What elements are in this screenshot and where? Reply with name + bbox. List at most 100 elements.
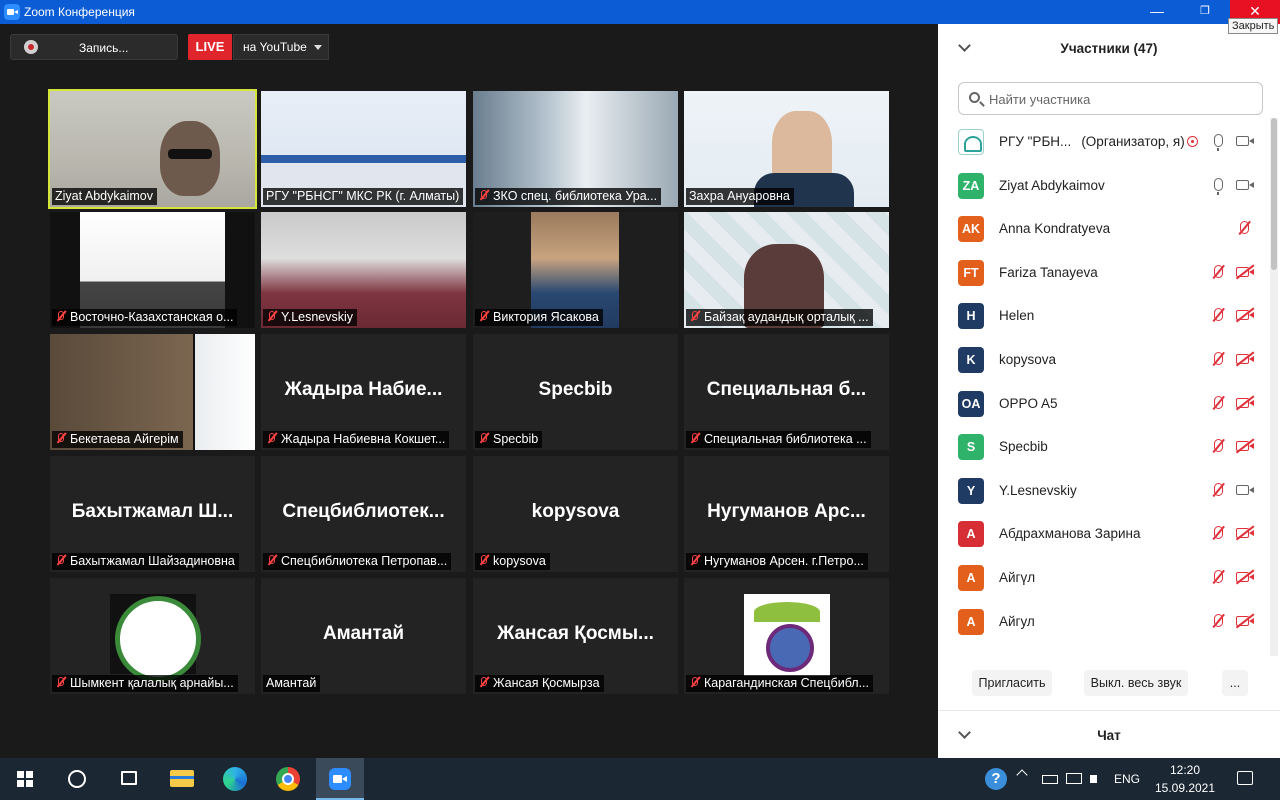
chat-section-header[interactable]: Чат [938,710,1280,758]
participant-row[interactable]: A Айгул [938,600,1270,644]
participant-row[interactable]: S Specbib [938,425,1270,469]
chrome-button[interactable] [264,758,312,800]
library-logo-image [744,594,830,676]
participant-row[interactable]: A Айгүл [938,556,1270,600]
invite-button[interactable]: Пригласить [972,670,1052,696]
youtube-stream-button[interactable]: на YouTube [233,34,329,60]
video-camera-icon[interactable] [1236,484,1254,495]
participant-row[interactable]: H Helen [938,294,1270,338]
muted-microphone-icon[interactable] [1214,570,1223,583]
muted-microphone-icon[interactable] [1214,613,1223,627]
participant-row[interactable]: A Абдрахманова Зарина [938,512,1270,556]
video-tile[interactable]: Амантай Амантай [261,578,466,694]
file-explorer-button[interactable] [158,758,206,800]
participant-row[interactable]: ZA Ziyat Abdykaimov [938,164,1270,208]
video-camera-icon[interactable] [1236,179,1254,190]
video-off-icon[interactable] [1236,310,1254,321]
video-tile[interactable]: Бахытжамал Ш... Бахытжамал Шайзадиновна [50,456,255,572]
participant-name-text: Ziyat Abdykaimov [999,177,1105,193]
maximize-button[interactable]: ❐ [1182,0,1228,24]
participant-row[interactable]: Kkopysova [938,338,1270,382]
muted-mic-icon [689,433,701,445]
participant-search-input[interactable] [989,89,1254,109]
video-tile[interactable]: Нугуманов Арс... Нугуманов Арсен. г.Петро… [684,456,889,572]
muted-microphone-icon[interactable] [1214,439,1223,453]
participant-name-label: Y.Lesnevskiy [263,309,358,326]
participant-row[interactable]: Y Y.Lesnevskiy [938,469,1270,513]
network-icon[interactable] [1066,773,1082,784]
edge-button[interactable] [211,758,259,800]
task-view-button[interactable] [104,758,152,800]
muted-microphone-icon[interactable] [1214,264,1223,278]
participant-row[interactable]: OA OPPO A5 [938,382,1270,426]
window-title: Zoom Конференция [24,5,135,19]
video-tile[interactable]: Y.Lesnevskiy [261,212,466,328]
help-icon[interactable]: ? [985,768,1007,790]
search-circle-icon [68,770,86,788]
video-tile[interactable]: kopysova kopysova [473,456,678,572]
battery-icon[interactable] [1042,775,1058,784]
video-tile[interactable]: Ziyat Abdykaimov [48,89,257,209]
avatar: A [958,608,984,635]
video-off-icon[interactable] [1236,266,1254,277]
show-hidden-icons-icon[interactable] [1016,769,1028,781]
muted-microphone-icon[interactable] [1214,482,1223,496]
participant-list-scrollbar[interactable] [1270,118,1278,656]
clock-date[interactable]: 15.09.2021 [1148,781,1222,795]
volume-icon[interactable] [1090,775,1097,783]
participant-name: Айгул [999,614,1035,629]
edge-icon [223,767,247,791]
video-camera-icon[interactable] [1236,136,1254,146]
video-off-icon[interactable] [1236,528,1254,539]
video-tile[interactable]: Специальная б... Специальная библиотека .… [684,334,889,450]
muted-microphone-icon[interactable] [1214,352,1223,365]
muted-microphone-icon[interactable] [1214,395,1223,409]
recording-button[interactable]: Запись... [10,34,178,60]
avatar: H [958,303,984,330]
participant-name-text: Захра Ануаровна [689,189,790,203]
microphone-icon[interactable] [1214,134,1223,151]
clock-time[interactable]: 12:20 [1160,763,1210,777]
video-off-icon[interactable] [1236,441,1254,452]
participant-display-name: Амантай [322,623,405,644]
language-indicator[interactable]: ENG [1114,772,1140,786]
minimize-button[interactable]: — [1134,0,1180,24]
video-tile[interactable]: Жансая Қосмы... Жансая Қосмырза [473,578,678,694]
video-tile[interactable]: Байзақ аудандық орталық ... [684,212,889,328]
start-button[interactable] [0,758,48,800]
participant-row[interactable]: FT Fariza Tanayeva [938,251,1270,295]
participant-search[interactable] [958,82,1263,115]
more-options-button[interactable]: ... [1222,670,1248,696]
participant-row[interactable]: РГУ "РБН... (Организатор, я) [938,120,1270,164]
notifications-icon[interactable] [1237,771,1253,785]
participant-name-text: ЗКО спец. библиотека Ура... [493,189,658,203]
video-tile[interactable]: Восточно-Казахстанская о... [50,212,255,328]
participant-name-text: kopysova [999,352,1057,367]
video-tile[interactable]: Виктория Ясакова [473,212,678,328]
video-tile[interactable]: РГУ "РБНСГ" МКС РК (г. Алматы) [261,91,466,207]
video-tile[interactable]: Шымкент қалалық арнайы... [50,578,255,694]
video-tile[interactable]: ЗКО спец. библиотека Ура... [473,91,678,207]
muted-microphone-icon[interactable] [1240,221,1249,235]
muted-microphone-icon[interactable] [1214,526,1223,540]
participant-row[interactable]: AK Anna Kondratyeva [938,207,1270,251]
live-badge[interactable]: LIVE [188,34,232,60]
video-off-icon[interactable] [1236,397,1254,408]
video-tile[interactable]: Бекетаева Айгерім [50,334,255,450]
taskbar-search-button[interactable] [52,758,100,800]
scrollbar-thumb[interactable] [1271,118,1277,270]
video-tile[interactable]: Карагандинская Спецбибл... [684,578,889,694]
muted-microphone-icon[interactable] [1214,308,1223,322]
mute-all-button[interactable]: Выкл. весь звук [1084,670,1188,696]
video-off-icon[interactable] [1236,615,1254,626]
video-tile[interactable]: Жадыра Набие... Жадыра Набиевна Кокшет... [261,334,466,450]
participant-name-label: Жансая Қосмырза [475,675,604,692]
video-tile[interactable]: Захра Ануаровна [684,91,889,207]
video-off-icon[interactable] [1236,354,1254,364]
zoom-taskbar-button[interactable] [316,758,364,800]
video-off-icon[interactable] [1236,572,1254,582]
participant-name: Specbib [999,439,1048,454]
microphone-icon[interactable] [1214,177,1223,195]
video-tile[interactable]: Спецбиблиотек... Спецбиблиотека Петропав.… [261,456,466,572]
video-tile[interactable]: Specbib Specbib [473,334,678,450]
